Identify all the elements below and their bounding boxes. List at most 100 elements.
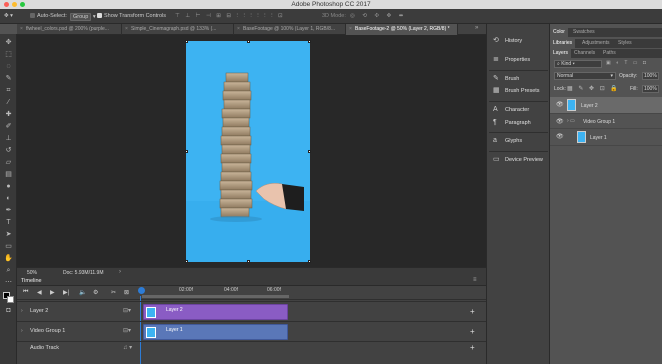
layer-row[interactable]: 👁 Layer 1 [550,129,662,146]
next-frame-icon[interactable]: ▶| [63,289,69,296]
transform-handle[interactable] [185,150,188,153]
brush-tool-icon[interactable]: ✐ [4,122,13,131]
transform-handle[interactable] [308,150,311,153]
marquee-tool-icon[interactable]: ⬚ [4,50,13,59]
dodge-tool-icon[interactable]: ◐ [4,194,13,203]
filter-icons[interactable]: ▣ ◐ T ▭ ◘ [606,60,648,66]
expand-arrow-icon[interactable]: › [21,328,23,334]
zoom-level[interactable]: 50% [27,270,37,276]
quick-mask-icon[interactable]: ◘ [4,306,13,315]
eraser-tool-icon[interactable]: ▱ [4,158,13,167]
tab-paths[interactable]: Paths [600,49,619,58]
add-audio-icon[interactable]: + [470,343,475,352]
shape-tool-icon[interactable]: ▭ [4,242,13,251]
move-tool-icon[interactable]: ✥ [4,38,13,47]
close-tab-icon[interactable]: × [125,24,128,35]
tab-styles[interactable]: Styles [615,39,635,48]
panel-paragraph[interactable]: ¶ Paragraph [487,116,550,130]
transform-handle[interactable] [308,260,311,263]
tab-color[interactable]: Color [550,28,568,37]
document-tab[interactable]: × Simple_Cinemagraph.psd @ 133% (... [122,24,234,35]
video-clip[interactable]: Layer 1 [143,324,288,340]
tab-channels[interactable]: Channels [571,49,598,58]
group-expand-icon[interactable]: › ▭ [567,118,575,124]
transform-handle[interactable] [185,260,188,263]
work-area-bar[interactable] [142,295,289,298]
add-media-icon[interactable]: + [470,327,475,336]
split-clip-icon[interactable]: ✂ [111,289,116,296]
first-frame-icon[interactable]: ⏮ [23,289,28,296]
panel-properties[interactable]: ≣ Properties [487,53,550,67]
show-transform-checkbox[interactable]: Show Transform Controls [97,13,166,19]
document-image[interactable] [186,41,310,262]
3d-mode-icons[interactable]: ◎ ⟲ ✣ ✥ ⬌ [350,13,406,19]
tab-swatches[interactable]: Swatches [570,28,598,37]
status-arrow-icon[interactable]: › [119,269,121,275]
opacity-value[interactable]: 100% [642,72,659,80]
type-tool-icon[interactable]: T [4,218,13,227]
timeline-menu-icon[interactable]: ≡ [473,277,477,283]
zoom-tool-icon[interactable]: ⌕ [4,266,13,275]
audio-track-icon[interactable]: ♫ ▾ [123,344,132,351]
document-tab-active[interactable]: × BaseFootage-2 @ 50% (Layer 2, RGB/8) * [346,24,458,35]
visibility-eye-icon[interactable]: 👁 [556,118,564,125]
panel-history[interactable]: ⟲ History [487,34,550,48]
auto-select-dropdown[interactable]: Group ▾ [70,13,96,21]
crop-tool-icon[interactable]: ⌗ [4,86,13,95]
layer-row-selected[interactable]: 👁 Layer 2 [550,97,662,114]
add-media-icon[interactable]: + [470,307,475,316]
play-icon[interactable]: ▶ [50,289,55,296]
prev-frame-icon[interactable]: ◀ [37,289,42,296]
stamp-tool-icon[interactable]: ⊥ [4,134,13,143]
eyedropper-tool-icon[interactable]: ⁄ [4,98,13,107]
more-tools-icon[interactable]: ⋯ [4,278,13,287]
pen-tool-icon[interactable]: ✒ [4,206,13,215]
lasso-tool-icon[interactable]: ◌ [4,62,13,71]
film-icon[interactable]: ⊟▾ [123,327,131,334]
document-tab[interactable]: × flwheel_colors.psd @ 200% (purple... [17,24,122,35]
minimize-window-button[interactable] [12,2,17,7]
blend-mode-select[interactable]: Normal ▾ [554,72,616,80]
video-clip[interactable]: Layer 2 [143,304,288,320]
healing-tool-icon[interactable]: ✚ [4,110,13,119]
hand-tool-icon[interactable]: ✋ [4,254,13,263]
transform-handle[interactable] [308,40,311,43]
transition-icon[interactable]: ⊠ [124,289,129,296]
blur-tool-icon[interactable]: ● [4,182,13,191]
film-icon[interactable]: ⊟▾ [123,307,131,314]
close-tab-icon[interactable]: × [349,24,352,35]
align-icons[interactable]: ⊤ ⊥ ⊢ ⊣ ⊞ ⊟ ⫶ ⫶ ⫶ ⫶ ⫶ ⫶ ⊡ [175,13,285,20]
quick-select-tool-icon[interactable]: ✎ [4,74,13,83]
panel-device-preview[interactable]: ▭ Device Preview [487,153,550,167]
visibility-eye-icon[interactable]: 👁 [556,101,564,108]
close-window-button[interactable] [4,2,9,7]
settings-gear-icon[interactable]: ⚙ [93,289,98,296]
document-tab[interactable]: × BaseFootage @ 100% (Layer 1, RGB/8... [234,24,346,35]
transform-handle[interactable] [247,40,250,43]
tab-adjustments[interactable]: Adjustments [579,39,613,48]
expand-arrow-icon[interactable]: › [21,308,23,314]
close-tab-icon[interactable]: × [237,24,240,35]
close-tab-icon[interactable]: × [20,24,23,35]
playhead-marker[interactable] [138,287,145,294]
tab-overflow-icon[interactable]: » [475,25,478,31]
lock-icons[interactable]: ▦ ✎ ✥ ⊡ 🔒 [567,85,620,92]
audio-icon[interactable]: 🔈 [79,289,86,296]
panel-glyphs[interactable]: a Glyphs [487,134,550,148]
transform-handle[interactable] [185,40,188,43]
move-tool-icon[interactable]: ✥ ▾ [4,13,13,19]
auto-select-checkbox[interactable]: Auto-Select: [30,13,67,19]
panel-character[interactable]: A Character [487,103,550,117]
background-color-swatch[interactable] [7,296,14,303]
kind-filter[interactable]: ⌕ Kind ▾ [554,60,602,68]
gradient-tool-icon[interactable]: ▤ [4,170,13,179]
path-select-tool-icon[interactable]: ➤ [4,230,13,239]
panel-brush-presets[interactable]: ▦ Brush Presets [487,84,550,98]
transform-handle[interactable] [247,260,250,263]
layer-row[interactable]: 👁 › ▭ Video Group 1 [550,114,662,129]
history-brush-tool-icon[interactable]: ↺ [4,146,13,155]
fill-value[interactable]: 100% [642,85,659,93]
visibility-eye-icon[interactable]: 👁 [556,133,564,140]
tab-libraries[interactable]: Libraries [550,39,576,48]
tab-layers[interactable]: Layers [550,49,572,58]
